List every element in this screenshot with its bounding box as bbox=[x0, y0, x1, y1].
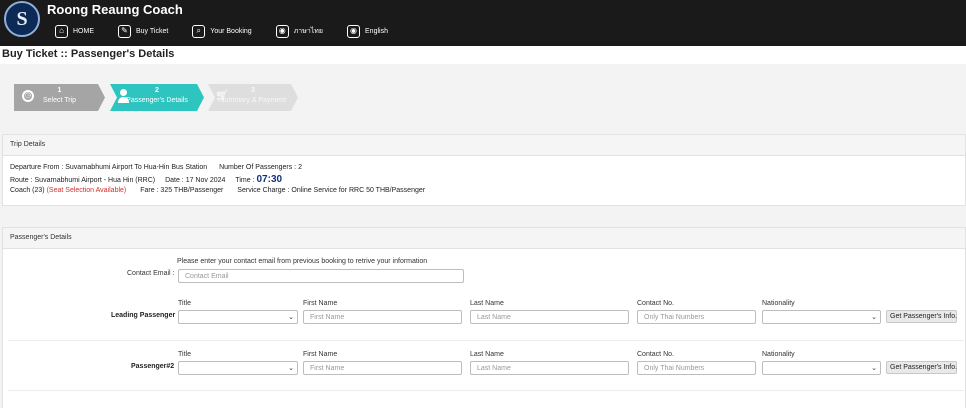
nav-thai[interactable]: ◉ ภาษาไทย bbox=[275, 24, 324, 38]
nationality-select[interactable]: ⌄ bbox=[762, 310, 881, 324]
nav-buy-ticket-label: Buy Ticket bbox=[136, 27, 169, 35]
nav-home[interactable]: ⌂ HOME bbox=[55, 24, 94, 38]
trip-line-2: Route : Suvarnabhumi Airport - Hua Hin (… bbox=[10, 174, 282, 185]
time-label: Time : bbox=[235, 177, 255, 184]
step-number: 3 bbox=[251, 87, 255, 94]
row-divider bbox=[8, 390, 964, 391]
passenger-details-heading: Passenger's Details bbox=[3, 228, 965, 249]
date-text: Date : 17 Nov 2024 bbox=[165, 177, 226, 184]
step-number: 1 bbox=[57, 87, 62, 94]
home-icon: ⌂ bbox=[55, 24, 68, 38]
step-passenger-details[interactable]: 2 Passenger's Details bbox=[110, 84, 204, 111]
globe-icon: ◉ bbox=[275, 24, 289, 38]
logo-letter: S bbox=[16, 7, 28, 30]
nav-thai-label: ภาษาไทย bbox=[293, 27, 324, 35]
nav-your-booking[interactable]: ⌕ Your Booking bbox=[192, 24, 252, 38]
col-contact-no-label: Contact No. bbox=[637, 351, 674, 358]
brand-logo[interactable]: S bbox=[4, 1, 40, 37]
contact-no-input[interactable]: Only Thai Numbers bbox=[637, 361, 756, 375]
row-divider bbox=[8, 340, 964, 341]
contact-email-label: Contact Email : bbox=[127, 270, 175, 277]
trip-line-3: Coach (23) (Seat Selection Available) Fa… bbox=[10, 187, 425, 194]
coach-text: Coach (23) bbox=[10, 187, 45, 194]
passenger-details-panel: Passenger's Details Please enter your co… bbox=[2, 227, 966, 408]
nav-your-booking-label: Your Booking bbox=[210, 27, 252, 35]
col-last-name-label: Last Name bbox=[470, 351, 504, 358]
chevron-down-icon: ⌄ bbox=[871, 365, 877, 372]
ticket-icon: ✎ bbox=[118, 24, 131, 38]
col-title-label: Title bbox=[178, 351, 191, 358]
col-nationality-label: Nationality bbox=[762, 300, 795, 307]
page-title: Buy Ticket :: Passenger's Details bbox=[2, 48, 175, 60]
col-nationality-label: Nationality bbox=[762, 351, 795, 358]
trip-details-heading: Trip Details bbox=[3, 135, 965, 156]
passenger-2-label: Passenger#2 bbox=[131, 363, 175, 370]
get-passenger-info-button[interactable]: Get Passenger's Info. bbox=[886, 310, 957, 323]
nav-home-label: HOME bbox=[73, 27, 94, 35]
nationality-select[interactable]: ⌄ bbox=[762, 361, 881, 375]
trip-line-1: Departure From : Suvarnabhumi Airport To… bbox=[10, 164, 302, 171]
nav-buy-ticket[interactable]: ✎ Buy Ticket bbox=[118, 24, 169, 38]
contact-email-input[interactable]: Contact Email bbox=[178, 269, 464, 283]
time-value: 07:30 bbox=[256, 174, 283, 185]
col-contact-no-label: Contact No. bbox=[637, 300, 674, 307]
step-select-trip[interactable]: ◷ 1 Select Trip bbox=[14, 84, 105, 111]
leading-passenger-label: Leading Passenger bbox=[111, 312, 176, 319]
nav-english-label: English bbox=[365, 27, 388, 35]
passengers-count: Number Of Passengers : 2 bbox=[219, 164, 302, 171]
departure-text: Departure From : Suvarnabhumi Airport To… bbox=[10, 164, 208, 171]
search-icon: ⌕ bbox=[192, 24, 206, 38]
top-navbar: S Roong Reaung Coach ⌂ HOME ✎ Buy Ticket… bbox=[0, 0, 966, 46]
first-name-input[interactable]: First Name bbox=[303, 310, 462, 324]
globe-icon: ◉ bbox=[347, 24, 361, 38]
app-title[interactable]: Roong Reaung Coach bbox=[47, 2, 183, 17]
contact-no-input[interactable]: Only Thai Numbers bbox=[637, 310, 756, 324]
col-first-name-label: First Name bbox=[303, 351, 338, 358]
chevron-down-icon: ⌄ bbox=[288, 365, 294, 372]
last-name-input[interactable]: Last Name bbox=[470, 310, 629, 324]
col-title-label: Title bbox=[178, 300, 191, 307]
step-label: Summary & Payment bbox=[219, 97, 287, 104]
title-select[interactable]: ⌄ bbox=[178, 361, 298, 375]
step-label: Passenger's Details bbox=[126, 97, 188, 104]
route-text: Route : Suvarnabhumi Airport - Hua Hin (… bbox=[10, 177, 156, 184]
col-last-name-label: Last Name bbox=[470, 300, 504, 307]
fare-text: Fare : 325 THB/Passenger bbox=[140, 187, 224, 194]
step-label: Select Trip bbox=[42, 97, 77, 104]
last-name-input[interactable]: Last Name bbox=[470, 361, 629, 375]
chevron-down-icon: ⌄ bbox=[288, 314, 294, 321]
step-number: 2 bbox=[155, 87, 159, 94]
title-select[interactable]: ⌄ bbox=[178, 310, 298, 324]
main-nav: ⌂ HOME ✎ Buy Ticket ⌕ Your Booking ◉ ภาษ… bbox=[55, 23, 412, 39]
chevron-down-icon: ⌄ bbox=[871, 314, 877, 321]
contact-hint: Please enter your contact email from pre… bbox=[177, 258, 428, 265]
first-name-input[interactable]: First Name bbox=[303, 361, 462, 375]
nav-english[interactable]: ◉ English bbox=[347, 24, 388, 38]
seat-selection-note: (Seat Selection Available) bbox=[46, 187, 127, 194]
service-charge-text: Service Charge : Online Service for RRC … bbox=[237, 187, 426, 194]
trip-details-panel: Trip Details Departure From : Suvarnabhu… bbox=[2, 134, 966, 206]
step-summary-payment: 🛒︎ 3 Summary & Payment bbox=[208, 84, 298, 111]
get-passenger-info-button[interactable]: Get Passenger's Info. bbox=[886, 361, 957, 374]
col-first-name-label: First Name bbox=[303, 300, 338, 307]
